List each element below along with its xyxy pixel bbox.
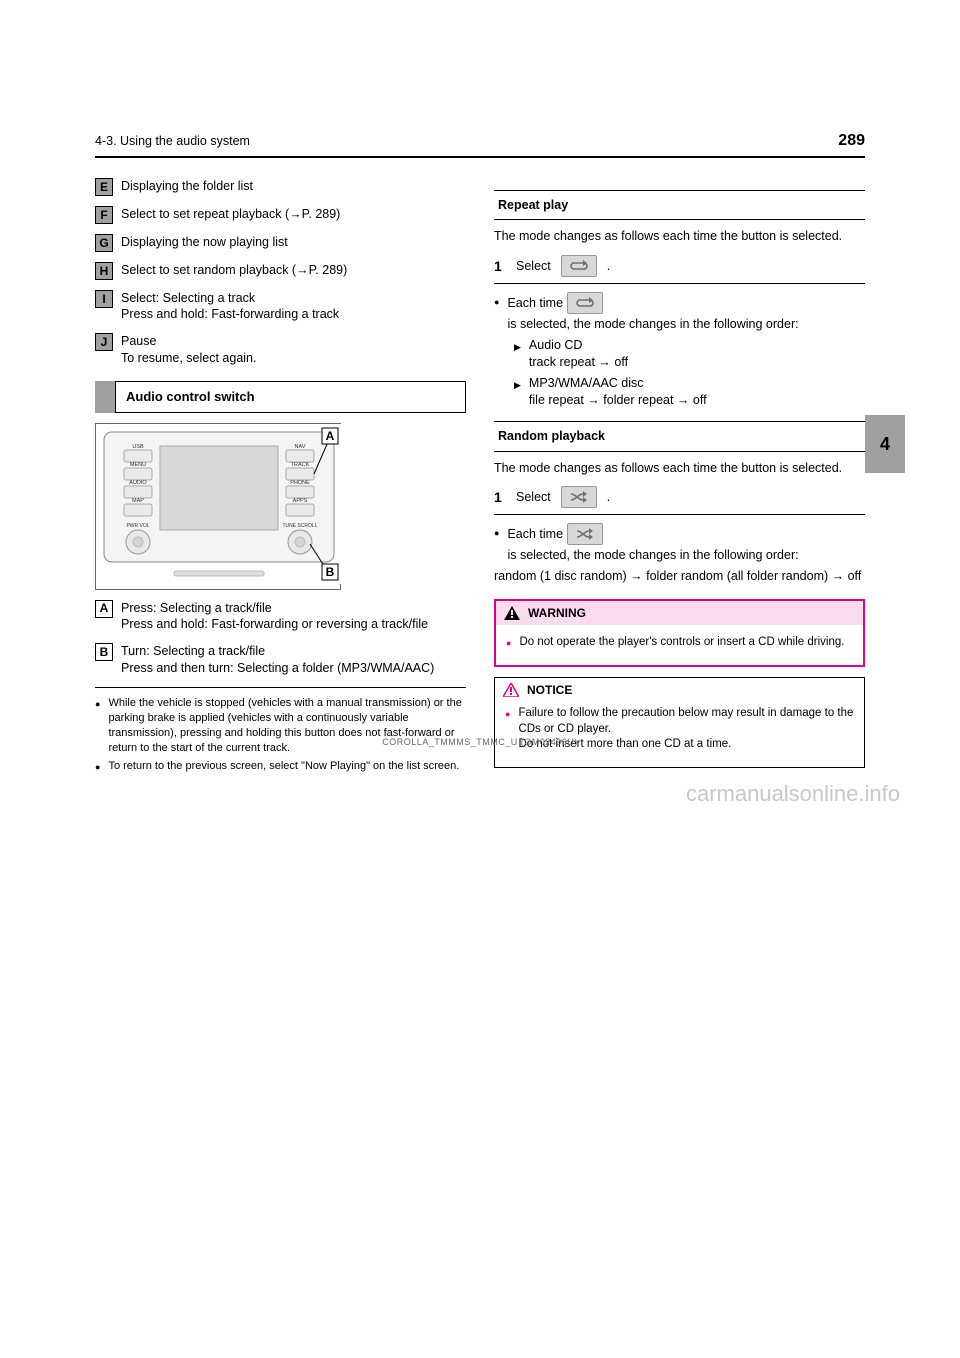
- step-prefix: Select: [516, 489, 551, 506]
- warning-text: Do not operate the player's controls or …: [519, 635, 844, 651]
- step-row: 1 Select .: [494, 255, 865, 277]
- callout-letter-j: J: [95, 333, 113, 351]
- step-number: 1: [494, 488, 508, 507]
- random-seq: random (1 disc random) → folder random (…: [494, 568, 865, 585]
- callout-letter-f: F: [95, 206, 113, 224]
- mode-mp3-label: MP3/WMA/AAC disc: [529, 376, 644, 390]
- warning-box: WARNING Do not operate the player's cont…: [494, 599, 865, 667]
- each-select-row: Each time is selected, the mode changes …: [494, 292, 865, 333]
- notice-label: NOTICE: [527, 682, 572, 698]
- warning-triangle-icon: [504, 606, 520, 620]
- bullet-icon: [506, 635, 511, 651]
- each-suffix: is selected, the mode changes in the fol…: [507, 316, 798, 333]
- note-item: To return to the previous screen, select…: [95, 759, 466, 774]
- notice-header: NOTICE: [495, 678, 864, 702]
- step-number: 1: [494, 257, 508, 276]
- page-header: 4-3. Using the audio system 289: [95, 130, 865, 158]
- btn-apps-label: APPS: [293, 498, 308, 504]
- warning-header: WARNING: [496, 601, 863, 625]
- item-text: Select to set repeat playback (→P. 289): [121, 206, 466, 224]
- step-suffix: .: [607, 489, 610, 506]
- subheading-random: Random playback: [494, 421, 865, 452]
- list-item: H Select to set random playback (→P. 289…: [95, 262, 466, 280]
- repeat-icon: [567, 292, 603, 314]
- bullet-icon: [505, 706, 510, 722]
- step-suffix: .: [607, 258, 610, 275]
- shuffle-icon: [561, 486, 597, 508]
- header-title: 4-3. Using the audio system: [95, 133, 250, 150]
- bullet-icon: [95, 696, 100, 711]
- bullet-icon: [95, 759, 100, 774]
- fig-callout-b: B: [326, 565, 335, 579]
- item-text: Select to set random playback (→P. 289): [121, 262, 466, 280]
- bullet-icon: [494, 292, 499, 309]
- btn-track-label: TRACK: [291, 462, 310, 468]
- triangle-icon: [514, 337, 521, 354]
- btn-map-label: MAP: [132, 498, 144, 504]
- item-text: Pause To resume, select again.: [121, 333, 466, 367]
- step-row: 1 Select .: [494, 486, 865, 508]
- list-item: A Press: Selecting a track/file Press an…: [95, 600, 466, 634]
- right-column: Repeat play The mode changes as follows …: [494, 178, 865, 779]
- item-text: Press: Selecting a track/file Press and …: [121, 600, 466, 634]
- each-prefix: Each time: [507, 295, 563, 312]
- mode-mp3-row: MP3/WMA/AAC disc file repeat → folder re…: [514, 375, 865, 409]
- list-item: F Select to set repeat playback (→P. 289…: [95, 206, 466, 224]
- callout-letter-i: I: [95, 290, 113, 308]
- knob-left-label: PWR VOL: [126, 523, 149, 529]
- btn-menu-label: MENU: [130, 462, 146, 468]
- subheading-repeat: Repeat play: [494, 190, 865, 221]
- repeat-desc: The mode changes as follows each time th…: [494, 228, 865, 245]
- list-item: I Select: Selecting a track Press and ho…: [95, 290, 466, 324]
- list-item: B Turn: Selecting a track/file Press and…: [95, 643, 466, 677]
- callout-letter-a: A: [95, 600, 113, 618]
- triangle-icon: [514, 375, 521, 392]
- list-item: J Pause To resume, select again.: [95, 333, 466, 367]
- step-prefix: Select: [516, 258, 551, 275]
- btn-usb-label: USB: [132, 444, 144, 450]
- mode-cd-label: Audio CD: [529, 338, 583, 352]
- left-column: E Displaying the folder list F Select to…: [95, 178, 466, 779]
- item-text: Displaying the now playing list: [121, 234, 466, 252]
- list-item: G Displaying the now playing list: [95, 234, 466, 252]
- warning-item: Do not operate the player's controls or …: [506, 635, 853, 651]
- item-text: Displaying the folder list: [121, 178, 466, 196]
- shuffle-icon: [567, 523, 603, 545]
- list-item: E Displaying the folder list: [95, 178, 466, 196]
- chapter-tab: 4: [865, 415, 905, 473]
- item-text: Turn: Selecting a track/file Press and t…: [121, 643, 466, 677]
- section-tab: [95, 381, 115, 413]
- note-text: To return to the previous screen, select…: [108, 759, 459, 774]
- btn-phone-label: PHONE: [290, 480, 310, 486]
- mode-cd-seq: track repeat → off: [529, 355, 628, 369]
- random-desc: The mode changes as follows each time th…: [494, 460, 865, 477]
- page-number: 289: [838, 130, 865, 152]
- watermark: carmanualsonline.info: [686, 779, 900, 809]
- notice-triangle-icon: [503, 683, 519, 697]
- warning-label: WARNING: [528, 605, 586, 621]
- mode-cd-row: Audio CD track repeat → off: [514, 337, 865, 371]
- each-prefix: Each time: [507, 526, 563, 543]
- notice-box: NOTICE Failure to follow the precaution …: [494, 677, 865, 768]
- callout-letter-h: H: [95, 262, 113, 280]
- repeat-icon: [561, 255, 597, 277]
- head-unit-figure: USB MENU AUDIO MAP NAV TRACK PHONE APPS: [95, 423, 341, 590]
- callout-letter-e: E: [95, 178, 113, 196]
- item-text: Select: Selecting a track Press and hold…: [121, 290, 466, 324]
- each-suffix: is selected, the mode changes in the fol…: [507, 547, 798, 564]
- callout-letter-b: B: [95, 643, 113, 661]
- callout-letter-g: G: [95, 234, 113, 252]
- btn-nav-label: NAV: [295, 444, 306, 450]
- btn-audio-label: AUDIO: [129, 480, 147, 486]
- mode-mp3-seq: file repeat → folder repeat → off: [529, 393, 707, 407]
- section-label: Audio control switch: [115, 381, 466, 413]
- footer-code: COROLLA_TMMMS_TMMC_U (OM02496U): [0, 736, 960, 748]
- section-heading-audio-switch: Audio control switch: [95, 381, 466, 413]
- knob-right-label: TUNE SCROLL: [282, 523, 317, 529]
- bullet-icon: [494, 523, 499, 540]
- fig-callout-a: A: [326, 429, 335, 443]
- each-select-row: Each time is selected, the mode changes …: [494, 523, 865, 564]
